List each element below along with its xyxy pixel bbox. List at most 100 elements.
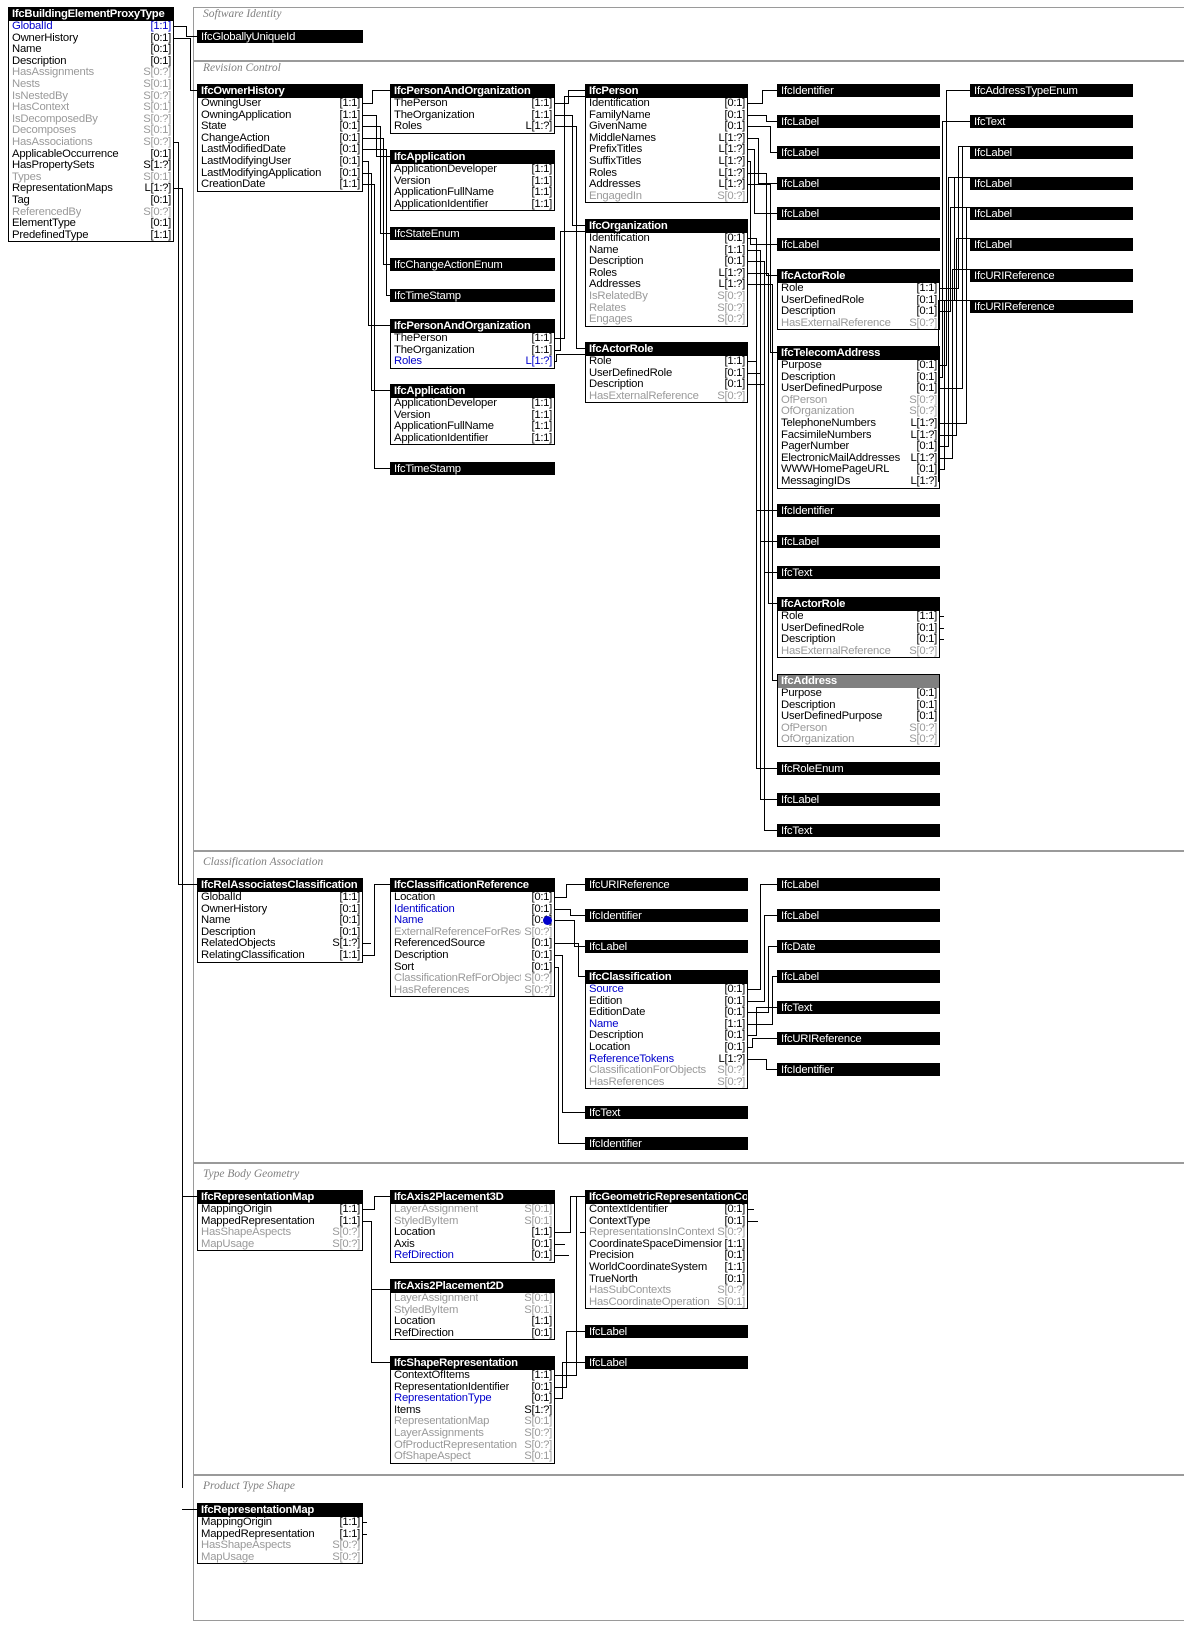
entity-attr-row[interactable]: Location [0:1] (391, 892, 554, 904)
entity-attr-row[interactable]: LayerAssignments S[0:?] (391, 1428, 554, 1440)
entity-attr-row[interactable]: FacsimileNumbers L[1:?] (778, 430, 939, 442)
entity-box-classification[interactable]: IfcClassification Source [0:1] Edition [0:1… (585, 970, 748, 1090)
entity-attr-row[interactable]: Identification [0:1] (391, 904, 554, 916)
entity-attr-row[interactable]: ClassificationForObjects S[0:?] (586, 1065, 747, 1077)
type-bar-change-action-enum[interactable]: IfcChangeActionEnum (390, 258, 555, 271)
type-bar-col4-role-enum[interactable]: IfcRoleEnum (777, 762, 940, 775)
entity-attr-row[interactable]: OfPerson S[0:?] (778, 723, 939, 735)
entity-attr-row[interactable]: ElectronicMailAddresses L[1:?] (778, 453, 939, 465)
entity-attr-row[interactable]: GivenName [0:1] (586, 121, 747, 133)
entity-attr-row[interactable]: Axis [0:1] (391, 1239, 554, 1251)
entity-attr-row[interactable]: Role [1:1] (778, 283, 939, 295)
type-bar-cls-label-1[interactable]: IfcLabel (585, 940, 748, 953)
entity-attr-row[interactable]: PrefixTitles L[1:?] (586, 144, 747, 156)
entity-attr-row[interactable]: ApplicationFullName [1:1] (391, 421, 554, 433)
entity-attr-row[interactable]: WorldCoordinateSystem [1:1] (586, 1262, 747, 1274)
entity-attr-row[interactable]: UserDefinedPurpose [0:1] (778, 383, 939, 395)
entity-attr-row[interactable]: HasExternalReference S[0:?] (586, 391, 747, 403)
type-bar-cls-label-r3[interactable]: IfcLabel (777, 970, 940, 983)
type-bar-cls-identifier-2[interactable]: IfcIdentifier (585, 1137, 748, 1150)
type-bar-col4-identifier-2[interactable]: IfcIdentifier (777, 504, 940, 517)
entity-attr-row[interactable]: Description [0:1] (778, 306, 939, 318)
entity-attr-row[interactable]: Version [1:1] (391, 410, 554, 422)
entity-attr-row[interactable]: OfProductRepresentation S[0:?] (391, 1440, 554, 1452)
entity-box-telecom-address[interactable]: IfcTelecomAddress Purpose [0:1] Descriptio… (777, 346, 940, 489)
entity-attr-row[interactable]: ChangeAction [0:1] (198, 133, 362, 145)
entity-attr-row[interactable]: MessagingIDs L[1:?] (778, 476, 939, 488)
entity-attr-row[interactable]: Decomposes S[0:1] (9, 125, 173, 137)
type-bar-timestamp-1[interactable]: IfcTimeStamp (390, 289, 555, 302)
entity-attr-row[interactable]: Name [0:1] (9, 44, 173, 56)
entity-attr-row[interactable]: Location [1:1] (391, 1316, 554, 1328)
entity-attr-row[interactable]: UserDefinedRole [0:1] (586, 368, 747, 380)
type-bar-col5-label-3[interactable]: IfcLabel (970, 207, 1133, 220)
entity-attr-row[interactable]: ThePerson [1:1] (391, 333, 554, 345)
entity-box-person-and-organization-1[interactable]: IfcPersonAndOrganization ThePerson [1:1] T… (390, 84, 555, 134)
entity-attr-row[interactable]: ReferenceTokens L[1:?] (586, 1054, 747, 1066)
type-bar-cls-identifier-1[interactable]: IfcIdentifier (585, 909, 748, 922)
entity-attr-row[interactable]: EditionDate [0:1] (586, 1007, 747, 1019)
type-bar-col5-label-1[interactable]: IfcLabel (970, 146, 1133, 159)
entity-attr-row[interactable]: ContextOfItems [1:1] (391, 1370, 554, 1382)
type-bar-cls-uri-r1[interactable]: IfcURIReference (777, 1032, 940, 1045)
entity-attr-row[interactable]: Purpose [0:1] (778, 360, 939, 372)
entity-attr-row[interactable]: GlobalId [1:1] (9, 21, 173, 33)
entity-attr-row[interactable]: HasCoordinateOperation S[0:1] (586, 1297, 747, 1309)
entity-attr-row[interactable]: Types S[0:1] (9, 172, 173, 184)
entity-box-actor-role-r2[interactable]: IfcActorRole Role [1:1] UserDefinedRole [0:… (777, 597, 940, 659)
entity-attr-row[interactable]: MapUsage S[0:?] (198, 1239, 362, 1251)
type-bar-cls-uri-1[interactable]: IfcURIReference (585, 878, 748, 891)
entity-attr-row[interactable]: FamilyName [0:1] (586, 110, 747, 122)
entity-box-axis2placement2d[interactable]: IfcAxis2Placement2D LayerAssignment S[0:1… (390, 1279, 555, 1341)
entity-attr-row[interactable]: Addresses L[1:?] (586, 279, 747, 291)
entity-attr-row[interactable]: Precision [0:1] (586, 1250, 747, 1262)
entity-attr-row[interactable]: PagerNumber [0:1] (778, 441, 939, 453)
entity-box-person[interactable]: IfcPerson Identification [0:1] FamilyName [… (585, 84, 748, 204)
entity-attr-row[interactable]: GlobalId [1:1] (198, 892, 362, 904)
type-bar-col5-text-1[interactable]: IfcText (970, 115, 1133, 128)
entity-attr-row[interactable]: StyledByItem S[0:1] (391, 1216, 554, 1228)
entity-attr-row[interactable]: ThePerson [1:1] (391, 98, 554, 110)
entity-attr-row[interactable]: RepresentationMaps L[1:?] (9, 183, 173, 195)
entity-attr-row[interactable]: CreationDate [1:1] (198, 179, 362, 191)
type-bar-col5-uri-1[interactable]: IfcURIReference (970, 269, 1133, 282)
entity-attr-row[interactable]: ContextIdentifier [0:1] (586, 1204, 747, 1216)
entity-attr-row[interactable]: OwningApplication [1:1] (198, 110, 362, 122)
entity-attr-row[interactable]: Identification [0:1] (586, 98, 747, 110)
entity-attr-row[interactable]: Roles L[1:?] (391, 121, 554, 133)
type-bar-col4-text-2[interactable]: IfcText (777, 824, 940, 837)
entity-attr-row[interactable]: HasPropertySets S[1:?] (9, 160, 173, 172)
entity-attr-row[interactable]: Description [0:1] (778, 700, 939, 712)
entity-attr-row[interactable]: OfShapeAspect S[0:1] (391, 1451, 554, 1463)
entity-box-classification-reference[interactable]: IfcClassificationReference Location [0:1]… (390, 878, 555, 998)
entity-attr-row[interactable]: Roles L[1:?] (391, 356, 554, 368)
entity-attr-row[interactable]: Description [0:1] (778, 372, 939, 384)
type-bar-col4-label-4[interactable]: IfcLabel (777, 207, 940, 220)
entity-attr-row[interactable]: RelatedObjects S[1:?] (198, 938, 362, 950)
entity-attr-row[interactable]: Name [0:1] (198, 915, 362, 927)
entity-attr-row[interactable]: LastModifiedDate [0:1] (198, 144, 362, 156)
entity-box-address[interactable]: IfcAddress Purpose [0:1] Description [0:1] U… (777, 674, 940, 747)
entity-attr-row[interactable]: HasReferences S[0:?] (391, 985, 554, 997)
entity-attr-row[interactable]: ClassificationRefForObjects S[0:?] (391, 973, 554, 985)
type-bar-col4-label-5[interactable]: IfcLabel (777, 238, 940, 251)
entity-attr-row[interactable]: Version [1:1] (391, 176, 554, 188)
entity-attr-row[interactable]: IsRelatedBy S[0:?] (586, 291, 747, 303)
entity-attr-row[interactable]: UserDefinedPurpose [0:1] (778, 711, 939, 723)
entity-attr-row[interactable]: RepresentationIdentifier [0:1] (391, 1382, 554, 1394)
entity-box-representation-map-shape[interactable]: IfcRepresentationMap MappingOrigin [1:1] M… (197, 1503, 363, 1565)
entity-attr-row[interactable]: Description [0:1] (586, 256, 747, 268)
entity-box-rel-associates-classification[interactable]: IfcRelAssociatesClassification GlobalId [… (197, 878, 363, 963)
entity-attr-row[interactable]: IsDecomposedBy S[0:?] (9, 114, 173, 126)
entity-box-root[interactable]: IfcBuildingElementProxyType GlobalId [1:1… (8, 7, 174, 243)
entity-attr-row[interactable]: RefDirection [0:1] (391, 1328, 554, 1340)
entity-attr-row[interactable]: ElementType [0:1] (9, 218, 173, 230)
entity-attr-row[interactable]: TheOrganization [1:1] (391, 345, 554, 357)
entity-attr-row[interactable]: OfOrganization S[0:?] (778, 734, 939, 746)
type-bar-col5-label-4[interactable]: IfcLabel (970, 238, 1133, 251)
type-bar-col5-uri-2[interactable]: IfcURIReference (970, 300, 1133, 313)
entity-attr-row[interactable]: Roles L[1:?] (586, 168, 747, 180)
entity-attr-row[interactable]: CoordinateSpaceDimension [1:1] (586, 1239, 747, 1251)
type-bar-col4-label-2[interactable]: IfcLabel (777, 146, 940, 159)
entity-attr-row[interactable]: Relates S[0:?] (586, 303, 747, 315)
